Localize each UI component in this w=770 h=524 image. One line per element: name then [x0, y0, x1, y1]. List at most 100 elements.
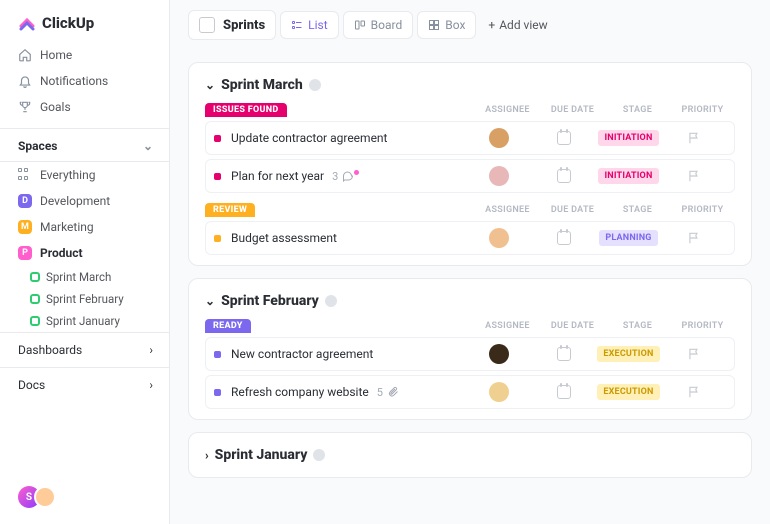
space-everything[interactable]: Everything [0, 162, 169, 188]
view-box[interactable]: Box [417, 11, 476, 39]
assignee-cell[interactable] [466, 128, 531, 148]
nav-label: Notifications [40, 74, 108, 88]
list-icon [291, 19, 303, 31]
space-icon: D [18, 194, 32, 208]
priority-cell[interactable] [661, 131, 726, 145]
chevron-down-icon: ⌄ [205, 78, 215, 92]
task-group: REVIEW ASSIGNEEDUE DATESTAGEPRIORITY Budge… [205, 203, 735, 255]
group-label[interactable]: READY [205, 319, 251, 333]
task-group: READYASSIGNEEDUE DATESTAGEPRIORITYNew co… [205, 319, 735, 409]
assignee-cell[interactable] [466, 228, 531, 248]
sprint-card: ⌄Sprint February READYASSIGNEEDUE DATESTA… [188, 278, 752, 420]
due-cell[interactable] [531, 347, 596, 361]
status-dot [214, 173, 221, 180]
dashboards-link[interactable]: Dashboards › [0, 332, 169, 367]
space-product[interactable]: P Product [0, 240, 169, 266]
view-label: Box [445, 18, 465, 32]
space-development[interactable]: D Development [0, 188, 169, 214]
sprint-link-january[interactable]: Sprint January [30, 310, 169, 332]
col-assignee: ASSIGNEE [475, 105, 540, 115]
nav-home[interactable]: Home [0, 42, 169, 68]
group-header: REVIEW ASSIGNEEDUE DATESTAGEPRIORITY [205, 203, 735, 217]
calendar-icon [557, 169, 571, 183]
column-headers: ASSIGNEEDUE DATESTAGEPRIORITY [475, 205, 735, 215]
group-label[interactable]: ISSUES FOUND [205, 103, 287, 117]
task-cells: INITIATION [466, 128, 726, 148]
stage-cell[interactable]: PLANNING [596, 230, 661, 246]
space-label: Product [40, 246, 83, 260]
space-label: Marketing [40, 220, 94, 234]
task-row[interactable]: Update contractor agreementINITIATION [205, 121, 735, 155]
stage-badge: INITIATION [598, 168, 658, 184]
task-meta: 5 [377, 386, 399, 399]
stage-badge: INITIATION [598, 130, 658, 146]
assignee-cell[interactable] [466, 382, 531, 402]
stage-cell[interactable]: EXECUTION [596, 384, 661, 400]
stage-badge: EXECUTION [597, 384, 659, 400]
sprint-link-february[interactable]: Sprint February [30, 288, 169, 310]
task-row[interactable]: Plan for next year3 INITIATION [205, 159, 735, 193]
add-view-label: Add view [499, 18, 547, 32]
assignee-avatar [489, 344, 509, 364]
stage-cell[interactable]: INITIATION [596, 130, 661, 146]
chevron-down-icon: ⌄ [143, 139, 153, 153]
stage-cell[interactable]: EXECUTION [596, 346, 661, 362]
due-cell[interactable] [531, 169, 596, 183]
due-cell[interactable] [531, 131, 596, 145]
sidebar-footer: S [0, 476, 169, 524]
sprint-header[interactable]: ⌄Sprint February [205, 293, 735, 309]
due-cell[interactable] [531, 385, 596, 399]
nav-notifications[interactable]: Notifications [0, 68, 169, 94]
space-sublist: Sprint March Sprint February Sprint Janu… [0, 266, 169, 332]
task-title: Plan for next year [231, 169, 324, 183]
nav-goals[interactable]: Goals [0, 94, 169, 120]
space-marketing[interactable]: M Marketing [0, 214, 169, 240]
sprint-header[interactable]: ⌄Sprint March [205, 77, 735, 93]
stage-cell[interactable]: INITIATION [596, 168, 661, 184]
sprint-header[interactable]: ›Sprint January [205, 447, 735, 463]
view-board[interactable]: Board [343, 11, 414, 39]
col-stage: STAGE [605, 321, 670, 331]
view-list[interactable]: List [280, 11, 339, 39]
logo[interactable]: ClickUp [0, 0, 169, 42]
task-row[interactable]: Budget assessment PLANNING [205, 221, 735, 255]
spaces-header[interactable]: Spaces ⌄ [0, 128, 169, 162]
content: ⌄Sprint March ISSUES FOUND ASSIGNEEDUE DAT… [170, 50, 770, 496]
sprint-link-march[interactable]: Sprint March [30, 266, 169, 288]
sidebar: ClickUp Home Notifications Goals Spaces … [0, 0, 170, 524]
view-label: List [308, 18, 328, 32]
sprint-card: ›Sprint January [188, 432, 752, 478]
breadcrumb[interactable]: Sprints [188, 10, 276, 40]
sprint-label: Sprint March [46, 270, 111, 284]
user-avatar-2[interactable] [34, 486, 56, 508]
col-stage: STAGE [605, 205, 670, 215]
calendar-icon [557, 131, 571, 145]
docs-link[interactable]: Docs › [0, 367, 169, 402]
col-priority: PRIORITY [670, 205, 735, 215]
priority-cell[interactable] [661, 347, 726, 361]
add-view-button[interactable]: + Add view [480, 12, 555, 38]
task-cells: INITIATION [466, 166, 726, 186]
column-headers: ASSIGNEEDUE DATESTAGEPRIORITY [475, 105, 735, 115]
space-label: Everything [40, 168, 95, 182]
space-icon: M [18, 220, 32, 234]
group-label[interactable]: REVIEW [205, 203, 255, 217]
assignee-avatar [489, 228, 509, 248]
priority-cell[interactable] [661, 231, 726, 245]
priority-cell[interactable] [661, 385, 726, 399]
due-cell[interactable] [531, 231, 596, 245]
flag-icon [687, 131, 701, 145]
logo-text: ClickUp [42, 14, 94, 32]
assignee-cell[interactable] [466, 344, 531, 364]
sprint-icon [30, 316, 40, 326]
stage-badge: EXECUTION [597, 346, 659, 362]
task-row[interactable]: New contractor agreementEXECUTION [205, 337, 735, 371]
assignee-cell[interactable] [466, 166, 531, 186]
bell-icon [18, 74, 32, 88]
priority-cell[interactable] [661, 169, 726, 183]
trophy-icon [18, 100, 32, 114]
task-row[interactable]: Refresh company website5 EXECUTION [205, 375, 735, 409]
assignee-avatar [489, 128, 509, 148]
space-label: Development [40, 194, 110, 208]
task-title: Budget assessment [231, 231, 337, 245]
